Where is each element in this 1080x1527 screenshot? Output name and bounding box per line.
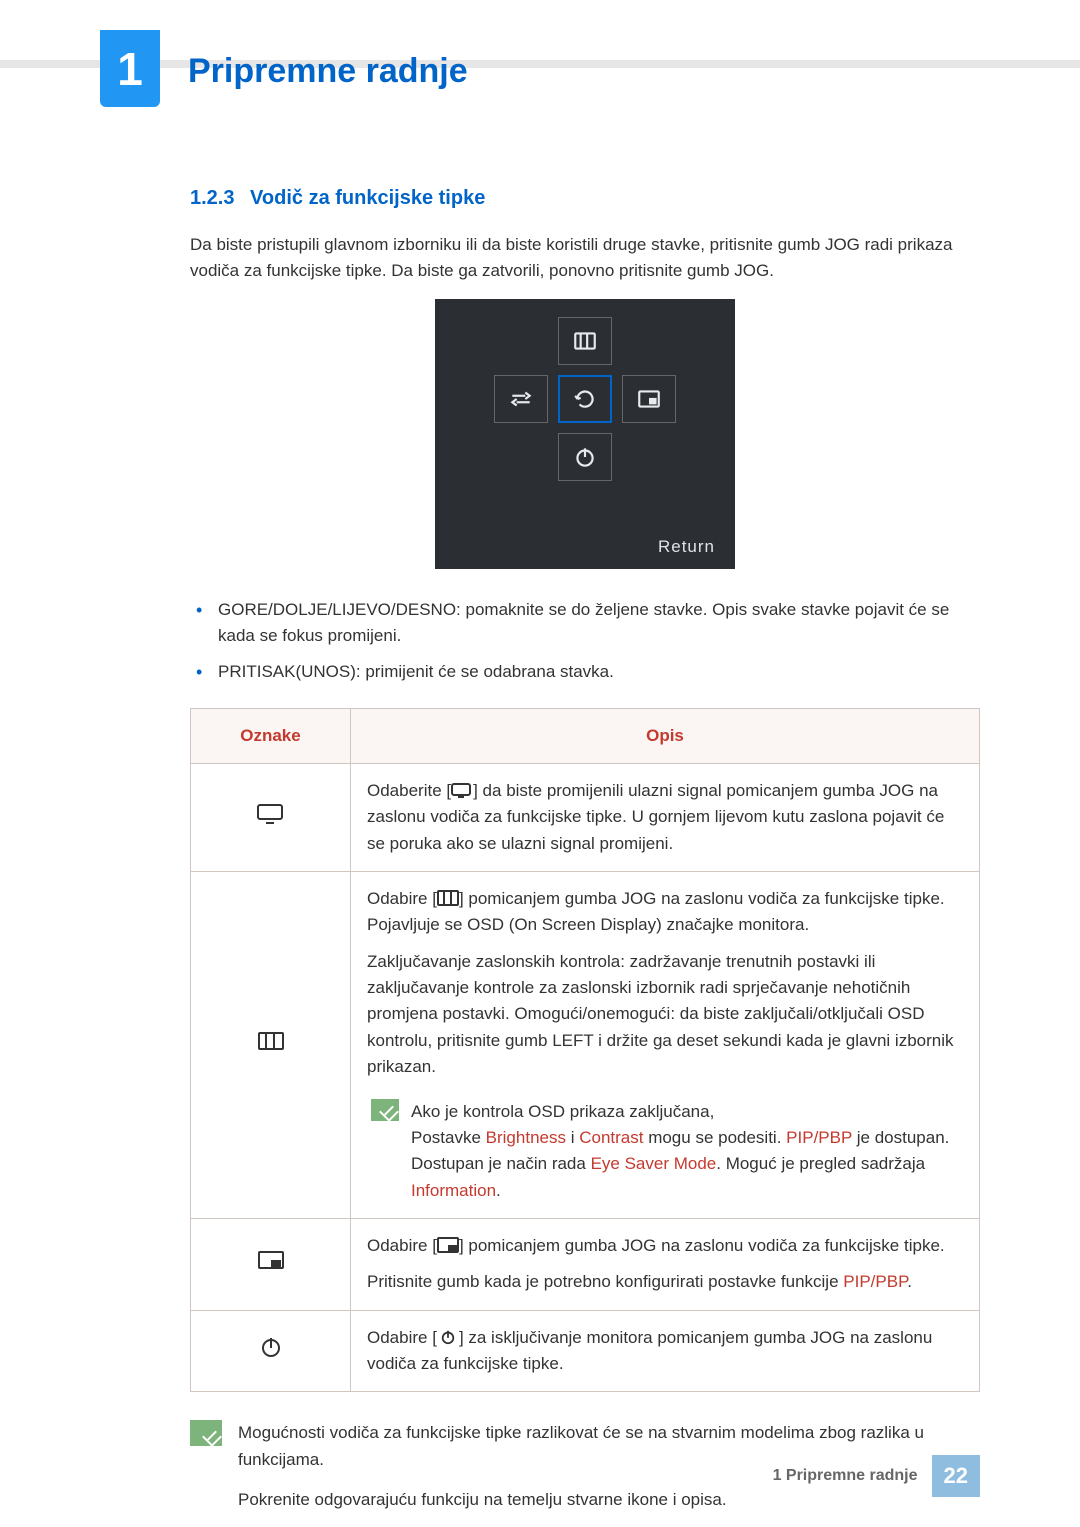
highlight-pip: PIP/PBP <box>786 1128 852 1147</box>
text: Ako je kontrola OSD prikaza zaključana, <box>411 1099 963 1125</box>
text: . <box>496 1181 501 1200</box>
chapter-title: Pripremne radnje <box>188 52 468 91</box>
row-desc-menu: Odabire [] pomicanjem gumba JOG na zaslo… <box>351 872 980 1219</box>
row-icon-source <box>191 764 351 872</box>
source-icon <box>256 810 286 829</box>
note-body: Ako je kontrola OSD prikaza zaključana, … <box>411 1099 963 1204</box>
row-icon-pip <box>191 1218 351 1310</box>
osd-power-icon <box>558 433 612 481</box>
highlight-brightness: Brightness <box>486 1128 566 1147</box>
text: Odabire [ <box>367 889 437 908</box>
text: Postavke <box>411 1128 486 1147</box>
table-header-desc: Opis <box>351 708 980 763</box>
text: Odabire [ <box>367 1236 437 1255</box>
list-item: PRITISAK(UNOS): primijenit će se odabran… <box>190 659 980 685</box>
page-footer: 1 Pripremne radnje 22 <box>773 1455 980 1497</box>
osd-return-icon <box>558 375 612 423</box>
note-icon <box>371 1099 399 1121</box>
text: Dostupan je način rada <box>411 1154 591 1173</box>
text: ] pomicanjem gumba JOG na zaslonu vodiča… <box>459 1236 945 1255</box>
footer-chapter-ref: 1 Pripremne radnje <box>773 1467 918 1485</box>
osd-guide-figure: Return <box>190 299 980 569</box>
list-item: GORE/DOLJE/LIJEVO/DESNO: pomaknite se do… <box>190 597 980 650</box>
text: Pritisnite gumb kada je potrebno konfigu… <box>367 1272 843 1291</box>
highlight-contrast: Contrast <box>579 1128 643 1147</box>
text: Zaključavanje zaslonskih kontrola: zadrž… <box>367 949 963 1081</box>
row-icon-menu <box>191 872 351 1219</box>
osd-panel: Return <box>435 299 735 569</box>
row-desc-source: Odaberite [] da biste promijenili ulazni… <box>351 764 980 872</box>
menu-icon <box>437 889 459 908</box>
power-icon <box>256 1344 286 1363</box>
row-desc-pip: Odabire [ ] pomicanjem gumba JOG na zaslo… <box>351 1218 980 1310</box>
content: 1.2.3 Vodič za funkcijske tipke Da biste… <box>0 187 1080 1527</box>
highlight-eye-saver: Eye Saver Mode <box>591 1154 717 1173</box>
text: Odaberite [ <box>367 781 451 800</box>
table-row: Odabire [] pomicanjem gumba JOG na zaslo… <box>191 872 980 1219</box>
note-block: Ako je kontrola OSD prikaza zaključana, … <box>367 1099 963 1204</box>
table-header-icons: Oznake <box>191 708 351 763</box>
text: i <box>566 1128 579 1147</box>
table-row: Odabire [] za isključivanje monitora pom… <box>191 1310 980 1392</box>
text: Odabire [ <box>367 1328 437 1347</box>
text: mogu se podesiti. <box>643 1128 786 1147</box>
osd-pip-icon <box>622 375 676 423</box>
row-icon-power <box>191 1310 351 1392</box>
note-icon <box>190 1420 222 1446</box>
function-table: Oznake Opis Odaberite [] da biste promij… <box>190 708 980 1393</box>
highlight-pip: PIP/PBP <box>843 1272 907 1291</box>
osd-source-icon <box>494 375 548 423</box>
section-title: Vodič za funkcijske tipke <box>250 187 485 209</box>
osd-return-label: Return <box>658 537 721 557</box>
text: . <box>907 1272 912 1291</box>
intro-paragraph: Da biste pristupili glavnom izborniku il… <box>190 232 980 285</box>
row-desc-power: Odabire [] za isključivanje monitora pom… <box>351 1310 980 1392</box>
text: . Moguć je pregled sadržaja <box>716 1154 925 1173</box>
highlight-information: Information <box>411 1181 496 1200</box>
osd-menu-icon <box>558 317 612 365</box>
instruction-list: GORE/DOLJE/LIJEVO/DESNO: pomaknite se do… <box>190 597 980 686</box>
pip-icon <box>437 1236 459 1255</box>
table-row: Odaberite [] da biste promijenili ulazni… <box>191 764 980 872</box>
chapter-number-box: 1 <box>100 30 160 107</box>
chapter-header: 1 Pripremne radnje <box>0 0 1080 107</box>
power-icon <box>437 1328 459 1347</box>
pip-icon <box>256 1257 286 1276</box>
page-number: 22 <box>932 1455 980 1497</box>
source-icon <box>451 781 473 800</box>
menu-icon <box>256 1038 286 1057</box>
section-number: 1.2.3 <box>190 187 234 209</box>
text: je dostupan. <box>852 1128 949 1147</box>
table-row: Odabire [ ] pomicanjem gumba JOG na zaslo… <box>191 1218 980 1310</box>
section-heading: 1.2.3 Vodič za funkcijske tipke <box>190 187 980 210</box>
